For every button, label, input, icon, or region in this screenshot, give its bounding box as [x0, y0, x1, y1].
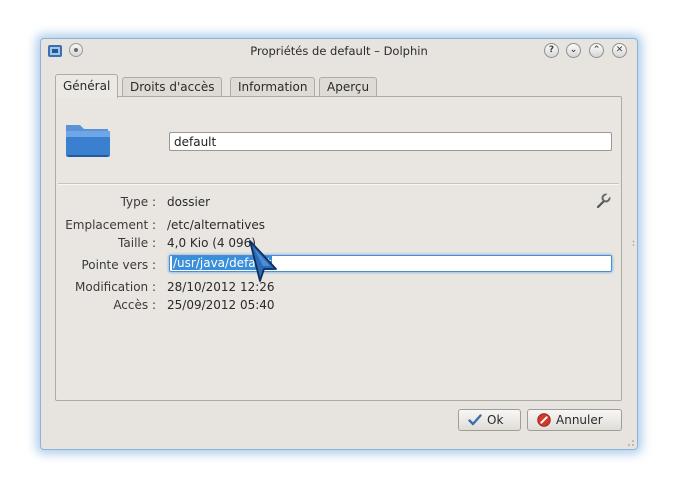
ok-label: Ok [487, 413, 504, 427]
accessed-value: 25/09/2012 05:40 [167, 298, 275, 312]
properties-dialog: Propriétés de default – Dolphin ? ⌄ ⌃ ✕ … [40, 38, 638, 450]
close-button[interactable]: ✕ [612, 43, 627, 58]
tab-information[interactable]: Information [230, 77, 316, 97]
cancel-icon [537, 413, 551, 427]
modified-label: Modification : [75, 280, 156, 294]
type-value: dossier [167, 195, 211, 209]
minimize-button[interactable]: ⌄ [566, 43, 581, 58]
maximize-button[interactable]: ⌃ [589, 43, 604, 58]
size-value: 4,0 Kio (4 096) [167, 236, 256, 250]
check-icon [468, 414, 482, 426]
type-label: Type : [120, 195, 156, 209]
location-value: /etc/alternatives [167, 218, 266, 232]
title-bar[interactable]: Propriétés de default – Dolphin ? ⌄ ⌃ ✕ [41, 39, 637, 63]
general-panel: Type : dossier Emplacement : /etc/altern… [55, 96, 622, 401]
resize-grip-icon[interactable] [627, 439, 635, 447]
side-handle-icon [632, 240, 635, 246]
pointer-cursor-icon [249, 240, 277, 282]
cancel-button[interactable]: Annuler [527, 409, 622, 431]
wrench-icon[interactable] [595, 193, 611, 209]
tab-preview[interactable]: Aperçu [319, 77, 378, 97]
tab-general[interactable]: Général [55, 74, 119, 98]
cancel-label: Annuler [556, 413, 603, 427]
size-label: Taille : [118, 236, 156, 250]
accessed-label: Accès : [113, 298, 156, 312]
file-name-field[interactable] [169, 132, 612, 151]
location-label: Emplacement : [65, 218, 156, 232]
tab-permissions[interactable]: Droits d'accès [122, 77, 223, 97]
link-label: Pointe vers : [81, 258, 156, 272]
folder-icon [66, 125, 110, 157]
help-button[interactable]: ? [544, 43, 559, 58]
ok-button[interactable]: Ok [458, 409, 521, 431]
separator [58, 183, 619, 185]
link-target-field[interactable]: /usr/java/default [169, 255, 612, 272]
